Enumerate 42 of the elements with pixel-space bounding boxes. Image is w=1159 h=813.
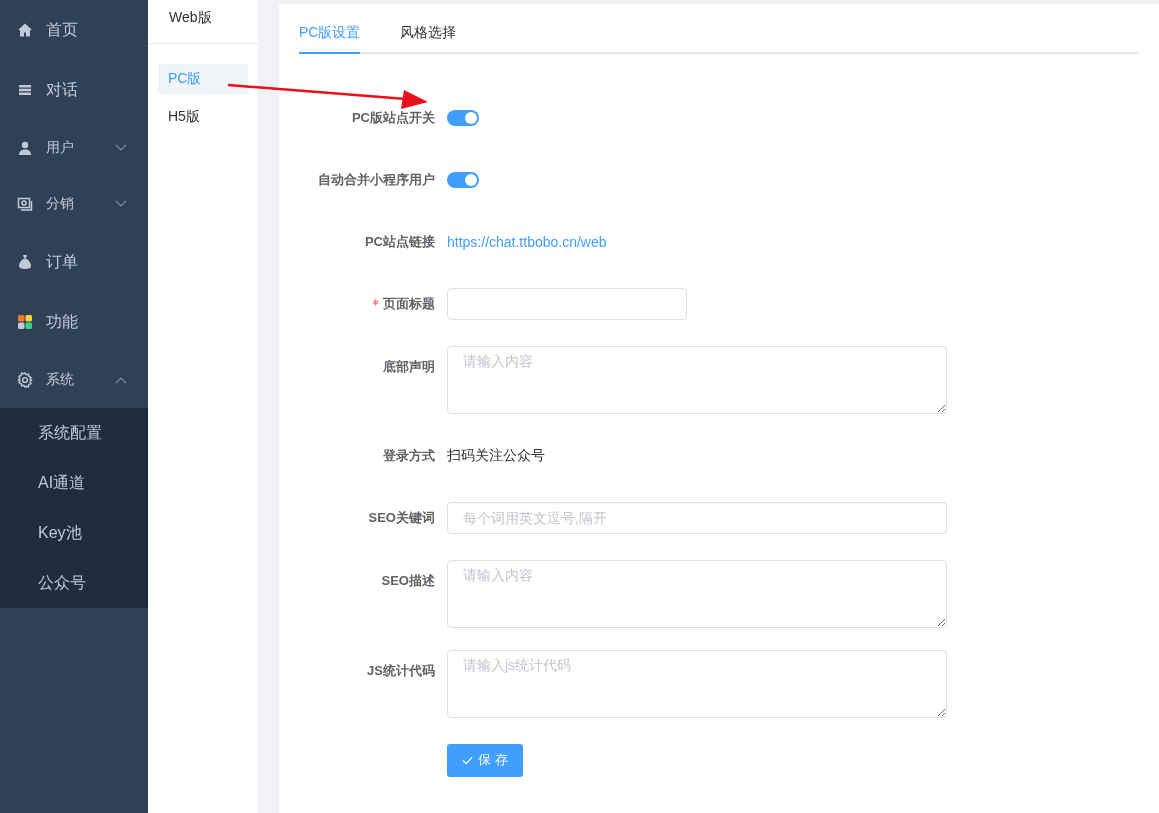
- toggle-switch[interactable]: [447, 172, 479, 188]
- card-icon: [17, 196, 33, 212]
- field-label: PC版站点开关: [351, 110, 435, 125]
- check-icon: [462, 755, 473, 765]
- apps-icon: [17, 314, 33, 330]
- field-value: 扫码关注公众号: [447, 447, 545, 465]
- chevron-up-icon: [115, 376, 127, 384]
- field-label: JS统计代码: [367, 663, 435, 678]
- menu-item[interactable]: 对话: [0, 60, 148, 120]
- menu-item[interactable]: 订单: [0, 232, 148, 292]
- field-label: 底部声明: [383, 359, 435, 374]
- submenu-item[interactable]: 公众号: [0, 558, 148, 608]
- field-label: SEO描述: [381, 573, 435, 588]
- input-field[interactable]: 每个词用英文逗号,隔开: [447, 502, 947, 534]
- tab[interactable]: 风格选择: [400, 24, 457, 54]
- menu-item[interactable]: 系统: [0, 352, 148, 408]
- textarea-field[interactable]: 请输入js统计代码: [447, 650, 947, 718]
- menu-item[interactable]: 分销: [0, 176, 148, 232]
- input-field[interactable]: [447, 288, 687, 320]
- menu-item[interactable]: 用户: [0, 120, 148, 176]
- list-icon: [17, 82, 33, 98]
- field-label: 登录方式: [383, 448, 435, 463]
- menu-item[interactable]: 首页: [0, 0, 148, 60]
- submenu-item[interactable]: Key池: [0, 508, 148, 558]
- field-label: 自动合并小程序用户: [318, 172, 435, 187]
- field-label: 页面标题: [383, 296, 435, 311]
- textarea-field[interactable]: 请输入内容: [447, 560, 947, 628]
- nav-item[interactable]: H5版: [158, 102, 248, 132]
- toggle-switch[interactable]: [447, 110, 479, 126]
- chevron-down-icon: [115, 200, 127, 208]
- submenu-item[interactable]: AI通道: [0, 458, 148, 508]
- user-icon: [17, 140, 33, 156]
- field-label: PC站点链接: [364, 234, 435, 249]
- submenu-item[interactable]: 系统配置: [0, 408, 148, 458]
- money-bag-icon: [17, 254, 33, 270]
- section-title: Web版: [148, 0, 258, 44]
- chevron-down-icon: [115, 144, 127, 152]
- settings-icon: [17, 372, 33, 388]
- menu-item[interactable]: 功能: [0, 292, 148, 352]
- field-label: SEO关键词: [368, 510, 435, 525]
- textarea-field[interactable]: 请输入内容: [447, 346, 947, 414]
- home-icon: [17, 22, 33, 38]
